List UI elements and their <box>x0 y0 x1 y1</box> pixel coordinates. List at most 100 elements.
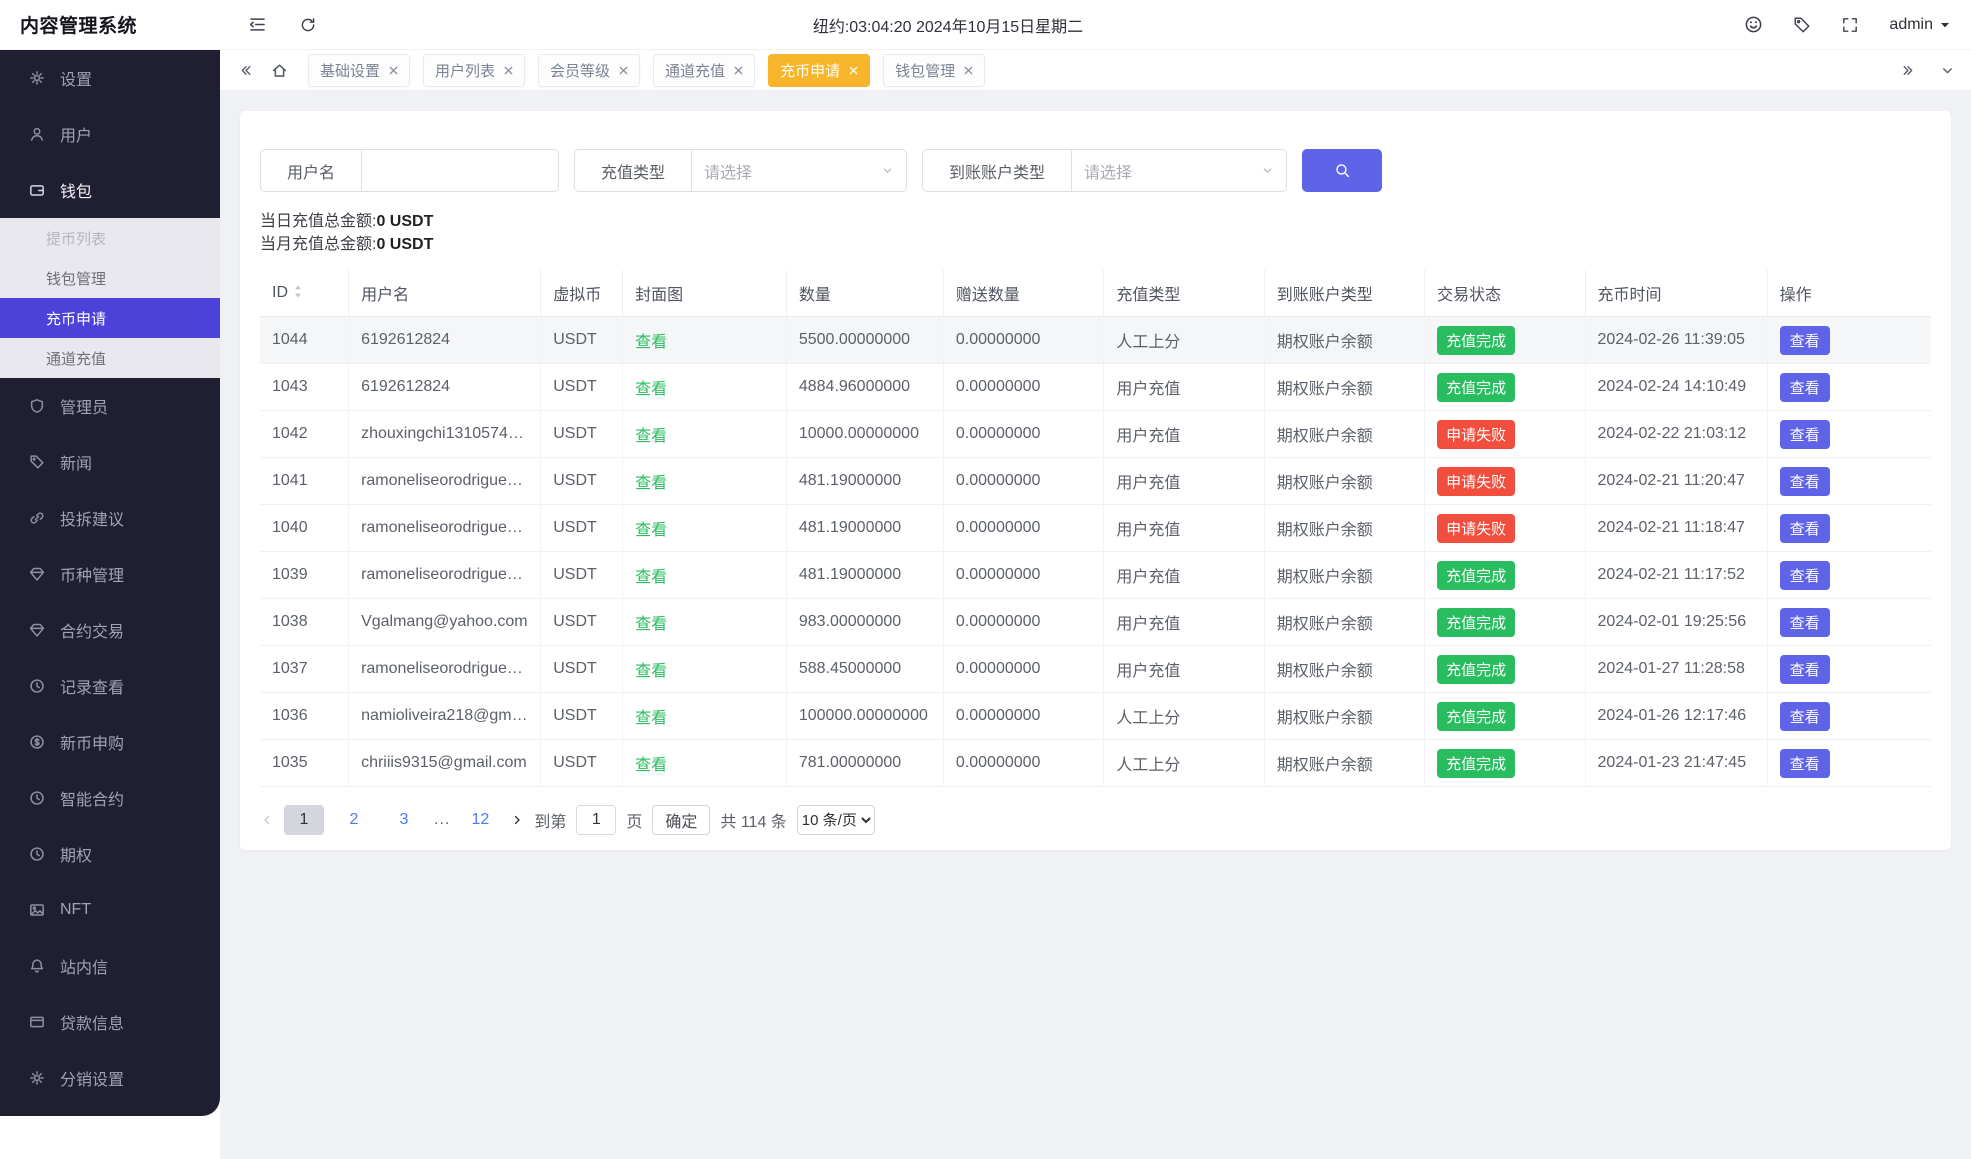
close-icon[interactable] <box>849 66 858 75</box>
cover-view-link[interactable]: 查看 <box>635 522 667 539</box>
total-count-label: 共 114 条 <box>720 814 787 831</box>
sidebar-item-settings[interactable]: 设置 <box>0 50 220 106</box>
header-id[interactable]: ID <box>260 270 350 317</box>
per-page-select[interactable]: 10 条/页 <box>796 805 875 835</box>
sidebar-item-records[interactable]: 记录查看 <box>0 658 220 714</box>
tab-deposit-request[interactable]: 充币申请 <box>768 53 871 87</box>
search-button[interactable] <box>1302 149 1383 192</box>
refresh-icon[interactable] <box>299 16 317 34</box>
sidebar-item-coin-manage[interactable]: 币种管理 <box>0 546 220 602</box>
cell-time: 2024-01-27 11:28:58 <box>1585 645 1768 693</box>
sidebar-item-admin[interactable]: 管理员 <box>0 378 220 434</box>
home-tab[interactable] <box>271 62 288 79</box>
sidebar-item-withdraw-list[interactable]: 提币列表 <box>0 218 220 258</box>
tab-wallet-manage[interactable]: 钱包管理 <box>883 53 986 87</box>
recharge-type-select[interactable]: 请选择 <box>691 149 908 192</box>
confirm-button[interactable]: 确定 <box>652 805 711 835</box>
select-placeholder: 请选择 <box>1084 164 1133 182</box>
tab-label: 通道充值 <box>665 62 726 80</box>
tab-basic-settings[interactable]: 基础设置 <box>308 53 411 87</box>
close-icon[interactable] <box>504 66 513 75</box>
status-badge: 充值完成 <box>1437 372 1516 402</box>
view-button[interactable]: 查看 <box>1779 748 1830 778</box>
sort-icon[interactable] <box>294 285 302 303</box>
cell-coin: USDT <box>540 410 624 458</box>
sidebar-item-distribution[interactable]: 分销设置 <box>0 1050 220 1106</box>
tab-member-level[interactable]: 会员等级 <box>538 53 641 87</box>
header-status: 交易状态 <box>1424 270 1586 317</box>
cover-view-link[interactable]: 查看 <box>635 381 667 398</box>
username-input[interactable] <box>361 149 560 192</box>
sidebar-item-news[interactable]: 新闻 <box>0 434 220 490</box>
account-type-select[interactable]: 请选择 <box>1071 149 1288 192</box>
next-page-icon[interactable] <box>510 813 524 827</box>
cover-view-link[interactable]: 查看 <box>635 569 667 586</box>
cover-view-link[interactable]: 查看 <box>635 710 667 727</box>
cell-account: 期权账户余额 <box>1264 645 1426 693</box>
sidebar-item-label: 站内信 <box>60 960 109 977</box>
cover-view-link[interactable]: 查看 <box>635 334 667 351</box>
sidebar-item-options[interactable]: 期权 <box>0 826 220 882</box>
sidebar-item-wallet[interactable]: 钱包 <box>0 162 220 218</box>
sidebar-item-label: 记录查看 <box>60 680 125 697</box>
view-button[interactable]: 查看 <box>1779 372 1830 402</box>
prev-page-icon[interactable] <box>260 813 274 827</box>
sidebar-item-users[interactable]: 用户 <box>0 106 220 162</box>
cover-view-link[interactable]: 查看 <box>635 616 667 633</box>
view-button[interactable]: 查看 <box>1779 654 1830 684</box>
sidebar-item-channel-recharge[interactable]: 通道充值 <box>0 338 220 378</box>
fullscreen-icon[interactable] <box>1841 16 1859 34</box>
sidebar-item-contract-trade[interactable]: 合约交易 <box>0 602 220 658</box>
view-button[interactable]: 查看 <box>1779 419 1830 449</box>
user-menu[interactable]: admin <box>1889 16 1951 34</box>
sidebar-item-messages[interactable]: 站内信 <box>0 938 220 994</box>
view-button[interactable]: 查看 <box>1779 701 1830 731</box>
scroll-tabs-right-icon[interactable] <box>1901 63 1916 78</box>
tag-icon[interactable] <box>1793 16 1811 34</box>
cell-status: 充值完成 <box>1424 692 1586 740</box>
sidebar-item-label: 钱包 <box>60 184 93 201</box>
close-icon[interactable] <box>964 66 973 75</box>
view-button[interactable]: 查看 <box>1779 325 1830 355</box>
cover-view-link[interactable]: 查看 <box>635 428 667 445</box>
sidebar-item-deposit-request[interactable]: 充币申请 <box>0 298 220 338</box>
sidebar-item-wallet-manage[interactable]: 钱包管理 <box>0 258 220 298</box>
close-icon[interactable] <box>619 66 628 75</box>
view-button[interactable]: 查看 <box>1779 466 1830 496</box>
page-number[interactable]: 2 <box>334 805 374 835</box>
tab-channel-recharge[interactable]: 通道充值 <box>653 53 756 87</box>
view-button[interactable]: 查看 <box>1779 607 1830 637</box>
top-header: 内容管理系统 纽约:03:04:20 2024年10月15日星期二 admin <box>0 0 1971 50</box>
cell-account: 期权账户余额 <box>1264 692 1426 740</box>
cover-view-link[interactable]: 查看 <box>635 475 667 492</box>
view-button[interactable]: 查看 <box>1779 560 1830 590</box>
sidebar-item-label: 智能合约 <box>60 792 125 809</box>
cell-cover: 查看 <box>622 739 787 787</box>
sidebar-item-feedback[interactable]: 投拆建议 <box>0 490 220 546</box>
recharge-type-filter-label: 充值类型 <box>574 149 692 192</box>
sidebar-item-nft[interactable]: NFT <box>0 882 220 938</box>
chevron-down-icon <box>1261 164 1274 177</box>
close-icon[interactable] <box>389 66 398 75</box>
sidebar-item-label: 新币申购 <box>60 736 125 753</box>
cell-amount: 4884.96000000 <box>786 363 944 411</box>
page-number[interactable]: 1 <box>284 805 324 835</box>
table-row: 1043 6192612824 USDT 查看 4884.96000000 0.… <box>260 363 1931 411</box>
scroll-tabs-left-icon[interactable] <box>238 63 253 78</box>
page-number[interactable]: 3 <box>384 805 424 835</box>
page-number[interactable]: 12 <box>460 805 500 835</box>
collapse-sidebar-icon[interactable] <box>248 15 267 34</box>
header-cover: 封面图 <box>622 270 787 317</box>
close-icon[interactable] <box>734 66 743 75</box>
sidebar-item-label: 用户 <box>60 128 93 145</box>
goto-page-input[interactable] <box>576 805 617 835</box>
sidebar-item-smart-contract[interactable]: 智能合约 <box>0 770 220 826</box>
cover-view-link[interactable]: 查看 <box>635 663 667 680</box>
cover-view-link[interactable]: 查看 <box>635 757 667 774</box>
view-button[interactable]: 查看 <box>1779 513 1830 543</box>
tab-actions-icon[interactable] <box>1940 63 1955 78</box>
sidebar-item-loan-info[interactable]: 贷款信息 <box>0 994 220 1050</box>
theme-icon[interactable] <box>1744 15 1763 34</box>
tab-user-list[interactable]: 用户列表 <box>423 53 526 87</box>
sidebar-item-new-coin[interactable]: 新币申购 <box>0 714 220 770</box>
